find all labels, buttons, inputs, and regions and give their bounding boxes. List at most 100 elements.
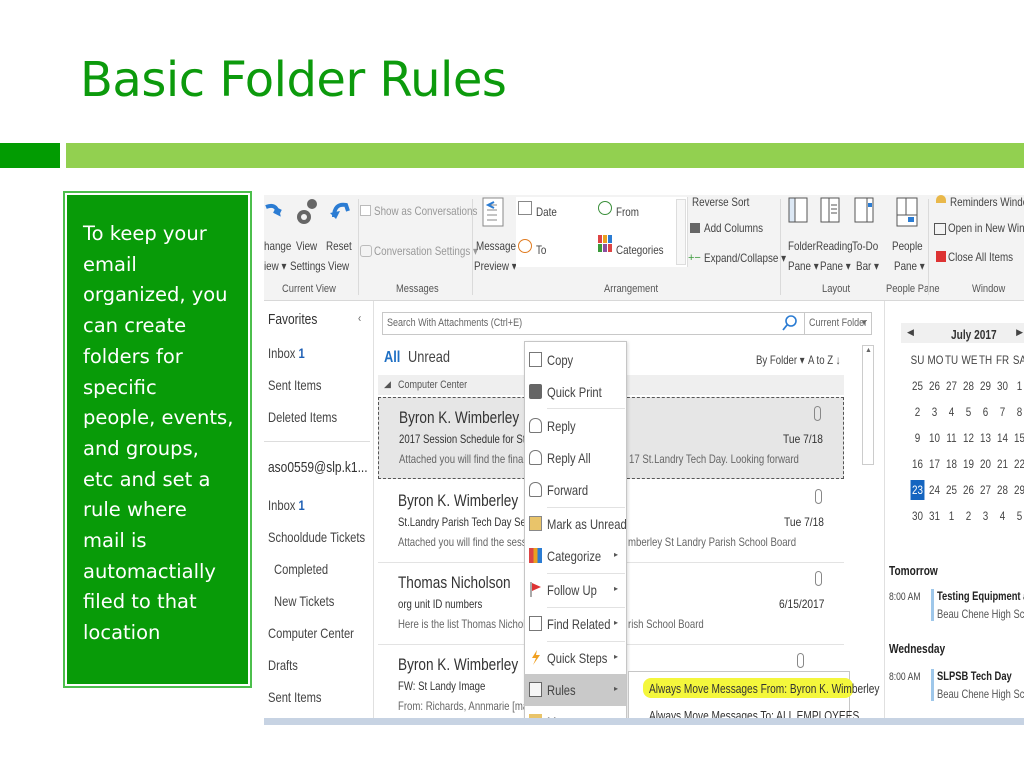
calendar-day[interactable]: 26 bbox=[928, 379, 942, 405]
calendar-day[interactable]: 12 bbox=[962, 431, 976, 457]
reset-view-button[interactable]: Reset bbox=[326, 239, 352, 253]
calendar-day[interactable]: 27 bbox=[979, 483, 993, 509]
view-settings-button[interactable]: View bbox=[296, 239, 317, 253]
calendar-day[interactable]: 25 bbox=[911, 379, 925, 405]
next-month-icon[interactable]: ▶ bbox=[1016, 327, 1023, 338]
menu-item-forward[interactable]: Forward bbox=[525, 474, 626, 506]
calendar-day[interactable]: 3 bbox=[979, 509, 993, 535]
calendar-day[interactable]: 19 bbox=[962, 457, 976, 483]
people-pane-button[interactable]: People bbox=[892, 239, 923, 253]
favorites-header[interactable]: Favorites bbox=[268, 311, 317, 328]
calendar-day[interactable]: 25 bbox=[945, 483, 959, 509]
calendar-day[interactable]: 22 bbox=[1013, 457, 1024, 483]
calendar-day[interactable]: 27 bbox=[945, 379, 959, 405]
calendar-day[interactable]: 26 bbox=[962, 483, 976, 509]
change-view-button[interactable]: hange bbox=[264, 239, 291, 253]
calendar-day[interactable]: 29 bbox=[1013, 483, 1024, 509]
arrange-by-categories[interactable]: Categories bbox=[616, 243, 664, 257]
search-input[interactable]: Search With Attachments (Ctrl+E) bbox=[382, 312, 872, 335]
menu-item-quick-print[interactable]: Quick Print bbox=[525, 376, 626, 408]
rule-always-move-from[interactable]: Always Move Messages From: Byron K. Wimb… bbox=[649, 681, 879, 696]
calendar-day[interactable]: 2 bbox=[962, 509, 976, 535]
search-icon[interactable] bbox=[782, 314, 798, 332]
calendar-day[interactable]: 24 bbox=[928, 483, 942, 509]
calendar-day[interactable]: 28 bbox=[996, 483, 1010, 509]
show-conversations-checkbox[interactable] bbox=[360, 205, 371, 216]
folder-schooldude-tickets[interactable]: Schooldude Tickets bbox=[268, 529, 365, 545]
sort-order-toggle[interactable]: A to Z ↓ bbox=[808, 353, 841, 367]
reminders-window-button[interactable]: Reminders Window bbox=[950, 195, 1024, 209]
arrange-by-from[interactable]: From bbox=[616, 205, 639, 219]
calendar-day[interactable]: 20 bbox=[979, 457, 993, 483]
search-scope-dropdown[interactable]: Current Folder ▼ bbox=[804, 312, 872, 335]
menu-item-reply-all[interactable]: Reply All bbox=[525, 442, 626, 474]
calendar-day[interactable]: 14 bbox=[996, 431, 1010, 457]
folder-pane-button[interactable]: Folder bbox=[788, 239, 816, 253]
calendar-day[interactable]: 15 bbox=[1013, 431, 1024, 457]
filter-unread-tab[interactable]: Unread bbox=[408, 349, 450, 367]
calendar-day[interactable]: 4 bbox=[945, 405, 959, 431]
collapse-pane-icon[interactable]: ‹ bbox=[358, 311, 361, 325]
calendar-day[interactable]: 30 bbox=[911, 509, 925, 535]
calendar-day[interactable]: 1 bbox=[1013, 379, 1024, 405]
close-all-items-button[interactable]: Close All Items bbox=[948, 250, 1013, 264]
account-header[interactable]: aso0559@slp.k1... bbox=[268, 459, 368, 476]
calendar-day[interactable]: 8 bbox=[1013, 405, 1024, 431]
menu-item-mark-as-unread[interactable]: Mark as Unread bbox=[525, 508, 627, 540]
folder-new-tickets[interactable]: New Tickets bbox=[274, 593, 334, 609]
calendar-day[interactable]: 17 bbox=[928, 457, 942, 483]
conversation-settings-button[interactable]: Conversation Settings ▾ bbox=[374, 244, 478, 258]
calendar-day[interactable]: 28 bbox=[962, 379, 976, 405]
folder-fav-sent-items[interactable]: Sent Items bbox=[268, 377, 322, 393]
sort-by-dropdown[interactable]: By Folder ▾ bbox=[756, 353, 805, 367]
calendar-day[interactable]: 21 bbox=[996, 457, 1010, 483]
reading-pane-button[interactable]: Reading bbox=[816, 239, 853, 253]
menu-item-copy[interactable]: Copy bbox=[525, 344, 626, 376]
folder-completed[interactable]: Completed bbox=[274, 561, 328, 577]
calendar-day[interactable]: 3 bbox=[928, 405, 942, 431]
calendar-day[interactable]: 1 bbox=[945, 509, 959, 535]
calendar-day[interactable]: 29 bbox=[979, 379, 993, 405]
scroll-up-icon[interactable]: ▲ bbox=[865, 347, 872, 354]
gallery-scroll[interactable] bbox=[676, 199, 686, 265]
calendar-day[interactable]: 5 bbox=[1013, 509, 1024, 535]
arrange-by-date[interactable]: Date bbox=[536, 205, 557, 219]
calendar-day[interactable]: 31 bbox=[928, 509, 942, 535]
folder-fav-deleted-items[interactable]: Deleted Items bbox=[268, 409, 337, 425]
calendar-day[interactable]: 7 bbox=[996, 405, 1010, 431]
agenda-event[interactable]: Testing Equipment at BC bbox=[937, 589, 1024, 603]
calendar-day[interactable]: 4 bbox=[996, 509, 1010, 535]
calendar-day[interactable]: 6 bbox=[979, 405, 993, 431]
calendar-day[interactable]: 30 bbox=[996, 379, 1010, 405]
add-columns-button[interactable]: Add Columns bbox=[704, 221, 763, 235]
menu-item-find-related[interactable]: Find Related ▸ bbox=[525, 608, 626, 640]
calendar-day[interactable]: 18 bbox=[945, 457, 959, 483]
message-list-scrollbar[interactable]: ▲ bbox=[862, 345, 874, 465]
calendar-day[interactable]: 9 bbox=[911, 431, 925, 457]
reverse-sort-button[interactable]: Reverse Sort bbox=[692, 195, 749, 209]
expand-collapse-button[interactable]: Expand/Collapse ▾ bbox=[704, 251, 786, 265]
agenda-event[interactable]: SLPSB Tech Day bbox=[937, 669, 1012, 683]
calendar-day[interactable]: 2 bbox=[911, 405, 925, 431]
folder-inbox[interactable]: Inbox 1 bbox=[268, 497, 305, 513]
folder-computer-center[interactable]: Computer Center bbox=[268, 625, 354, 641]
calendar-day[interactable]: 10 bbox=[928, 431, 942, 457]
calendar-day[interactable]: 5 bbox=[962, 405, 976, 431]
arrange-by-to[interactable]: To bbox=[536, 243, 546, 257]
calendar-day[interactable]: 23 bbox=[910, 480, 925, 500]
prev-month-icon[interactable]: ◀ bbox=[907, 327, 914, 338]
menu-item-rules[interactable]: Rules ▸ bbox=[525, 674, 626, 706]
calendar-day[interactable]: 11 bbox=[945, 431, 959, 457]
calendar-day[interactable]: 13 bbox=[979, 431, 993, 457]
open-new-window-button[interactable]: Open in New Window bbox=[948, 221, 1024, 235]
filter-all-tab[interactable]: All bbox=[384, 349, 400, 367]
folder-drafts[interactable]: Drafts bbox=[268, 657, 298, 673]
menu-item-categorize[interactable]: Categorize ▸ bbox=[525, 540, 626, 572]
folder-sent-items[interactable]: Sent Items bbox=[268, 689, 322, 705]
message-preview-button[interactable]: Message bbox=[476, 239, 516, 253]
todo-bar-button[interactable]: To-Do bbox=[852, 239, 878, 253]
menu-item-reply[interactable]: Reply bbox=[525, 410, 626, 442]
menu-item-follow-up[interactable]: Follow Up ▸ bbox=[525, 574, 626, 606]
menu-item-quick-steps[interactable]: Quick Steps ▸ bbox=[525, 642, 626, 674]
folder-fav-inbox[interactable]: Inbox 1 bbox=[268, 345, 305, 361]
